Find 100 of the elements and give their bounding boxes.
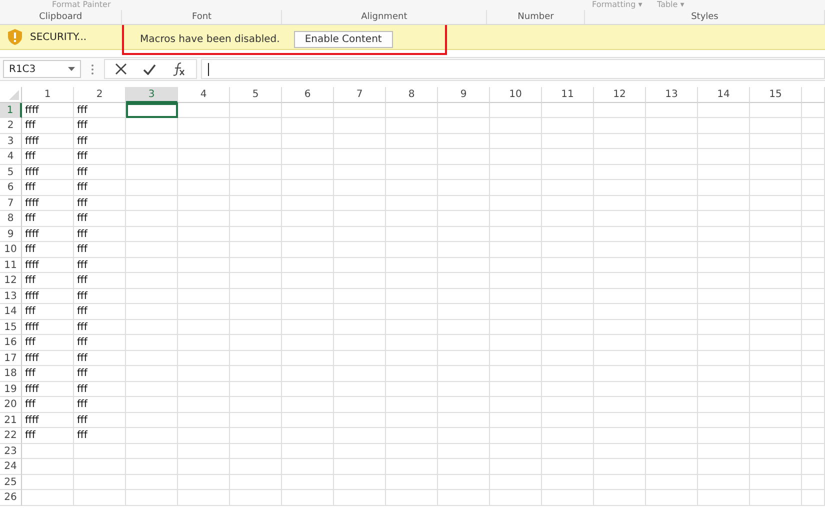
row-header[interactable]: 19 xyxy=(0,382,22,397)
row-header[interactable]: 1 xyxy=(0,102,22,118)
table-cell xyxy=(594,350,646,366)
row-header[interactable]: 3 xyxy=(0,134,22,149)
column-header[interactable]: 9 xyxy=(438,87,490,102)
table-cell xyxy=(646,149,698,164)
table-cell xyxy=(386,149,438,164)
table-cell xyxy=(646,335,698,350)
table-cell xyxy=(178,118,230,134)
column-header[interactable]: 3 xyxy=(126,87,178,102)
table-cell xyxy=(230,304,282,320)
row-header[interactable]: 6 xyxy=(0,180,22,196)
table-cell xyxy=(178,288,230,304)
column-header[interactable]: 11 xyxy=(542,87,594,102)
row-header[interactable]: 20 xyxy=(0,397,22,412)
table-cell xyxy=(282,149,334,164)
row-header[interactable]: 2 xyxy=(0,118,22,134)
column-header[interactable]: 15 xyxy=(750,87,802,102)
formula-input[interactable] xyxy=(201,59,825,79)
table-cell xyxy=(230,242,282,258)
enable-content-button[interactable]: Enable Content xyxy=(294,30,393,48)
table-cell: ffff xyxy=(22,382,74,397)
row-header[interactable]: 8 xyxy=(0,211,22,226)
column-header[interactable]: 8 xyxy=(386,87,438,102)
table-cell xyxy=(802,474,825,490)
row-header[interactable]: 21 xyxy=(0,412,22,428)
row-header[interactable]: 26 xyxy=(0,490,22,506)
table-cell xyxy=(126,288,178,304)
table-cell xyxy=(594,164,646,180)
table-cell xyxy=(282,304,334,320)
row-header[interactable]: 7 xyxy=(0,196,22,211)
table-cell xyxy=(750,459,802,474)
table-cell xyxy=(490,258,542,273)
table-cell xyxy=(542,304,594,320)
table-cell xyxy=(542,474,594,490)
column-header[interactable]: 7 xyxy=(334,87,386,102)
table-cell xyxy=(126,134,178,149)
column-header[interactable]: 10 xyxy=(490,87,542,102)
table-cell xyxy=(490,412,542,428)
row-header[interactable]: 22 xyxy=(0,428,22,444)
checkmark-icon[interactable] xyxy=(143,64,156,74)
column-header[interactable]: 14 xyxy=(698,87,750,102)
table-cell xyxy=(334,102,386,118)
table-cell: fff xyxy=(22,273,74,288)
table-cell xyxy=(438,444,490,459)
table-cell: ffff xyxy=(22,258,74,273)
row-header[interactable]: 9 xyxy=(0,226,22,242)
table-cell xyxy=(802,149,825,164)
table-cell xyxy=(230,474,282,490)
selected-cell xyxy=(126,102,178,118)
table-cell: fff xyxy=(22,149,74,164)
table-cell xyxy=(334,474,386,490)
row-header[interactable]: 14 xyxy=(0,304,22,320)
row-header[interactable]: 23 xyxy=(0,444,22,459)
row-header[interactable]: 12 xyxy=(0,273,22,288)
column-header[interactable]: 1 xyxy=(22,87,74,102)
table-cell: fff xyxy=(74,242,126,258)
column-header[interactable]: 4 xyxy=(178,87,230,102)
table-cell xyxy=(646,196,698,211)
table-cell xyxy=(438,428,490,444)
row-header[interactable]: 18 xyxy=(0,366,22,382)
cancel-icon[interactable] xyxy=(115,63,127,75)
table-cell xyxy=(646,459,698,474)
table-cell xyxy=(334,149,386,164)
table-cell xyxy=(282,288,334,304)
column-header[interactable]: 5 xyxy=(230,87,282,102)
table-cell xyxy=(438,459,490,474)
table-cell xyxy=(594,304,646,320)
column-header[interactable]: 12 xyxy=(594,87,646,102)
table-cell xyxy=(334,242,386,258)
table-cell xyxy=(178,180,230,196)
table-cell xyxy=(22,490,74,506)
row-header[interactable]: 24 xyxy=(0,459,22,474)
row-header[interactable]: 15 xyxy=(0,320,22,335)
row-header[interactable]: 5 xyxy=(0,164,22,180)
table-cell xyxy=(230,428,282,444)
function-icon[interactable] xyxy=(172,62,186,76)
row-header[interactable]: 10 xyxy=(0,242,22,258)
column-header[interactable]: 13 xyxy=(646,87,698,102)
row-header[interactable]: 11 xyxy=(0,258,22,273)
table-cell xyxy=(542,335,594,350)
row-header[interactable]: 13 xyxy=(0,288,22,304)
table-cell xyxy=(126,196,178,211)
row-header[interactable]: 4 xyxy=(0,149,22,164)
table-cell xyxy=(750,102,802,118)
table-cell xyxy=(802,196,825,211)
row-header[interactable]: 17 xyxy=(0,350,22,366)
table-cell xyxy=(178,474,230,490)
table-cell xyxy=(490,428,542,444)
table-cell xyxy=(126,444,178,459)
table-cell xyxy=(334,397,386,412)
row-header[interactable]: 25 xyxy=(0,474,22,490)
table-cell xyxy=(230,459,282,474)
name-box[interactable]: R1C3 xyxy=(3,60,81,78)
table-cell: fff xyxy=(22,118,74,134)
table-cell xyxy=(802,226,825,242)
table-cell: fff xyxy=(74,397,126,412)
table-cell xyxy=(230,288,282,304)
column-header[interactable]: 6 xyxy=(282,87,334,102)
row-header[interactable]: 16 xyxy=(0,335,22,350)
